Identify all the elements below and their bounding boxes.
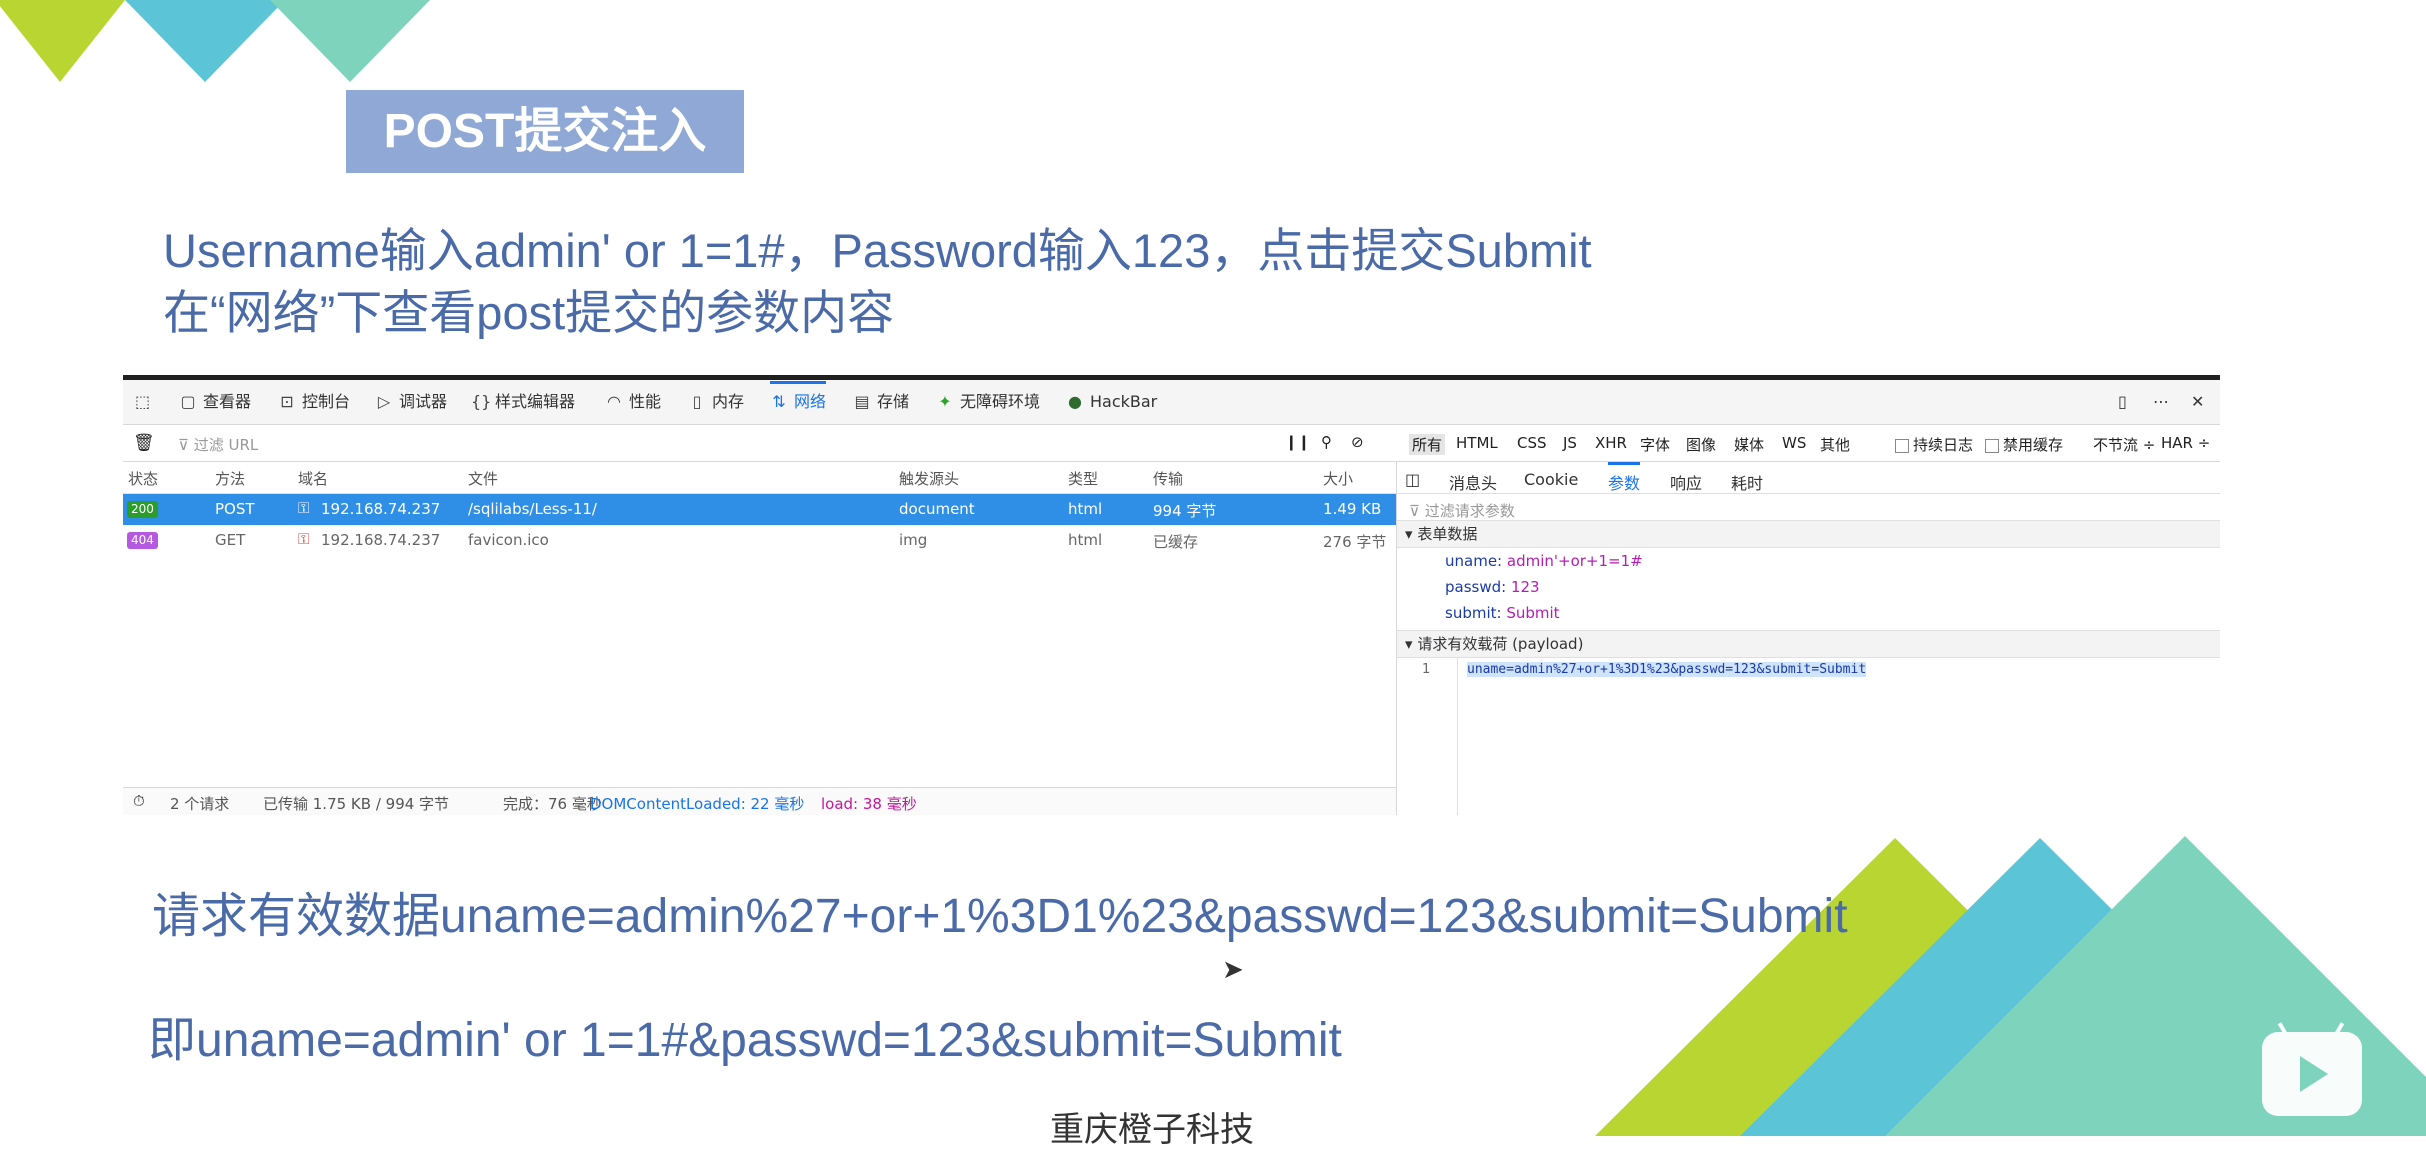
accessibility-icon: ✦ bbox=[938, 392, 952, 411]
load-time: load: 38 毫秒 bbox=[821, 795, 917, 813]
type-filter-images[interactable]: 图像 bbox=[1686, 434, 1716, 455]
status-badge: 200 bbox=[127, 501, 158, 518]
form-data-item: submit: Submit bbox=[1445, 604, 1560, 622]
disable-cache-checkbox[interactable]: 禁用缓存 bbox=[1985, 434, 2063, 455]
close-icon[interactable]: ✕ bbox=[2191, 390, 2204, 414]
instruction-line-1: Username输入admin' or 1=1#，Password输入123，点… bbox=[163, 224, 1592, 277]
slide-title: POST提交注入 bbox=[346, 90, 744, 173]
tab-timings[interactable]: 耗时 bbox=[1731, 470, 1763, 494]
payload-editor[interactable]: 1 uname=admin%27+or+1%3D1%23&passwd=123&… bbox=[1397, 658, 2220, 815]
devtools-screenshot: ⬚ ▢ 查看器 ⊡ 控制台 ▷ 调试器 {} 样式编辑器 ◠ 性能 ▯ 内存 ⇅ 网络 ▤ 存储… bbox=[123, 375, 2220, 815]
type-filter-css[interactable]: CSS bbox=[1517, 434, 1547, 452]
tab-storage[interactable]: ▤ 存储 bbox=[853, 390, 909, 414]
column-method[interactable]: 方法 bbox=[215, 468, 245, 489]
tab-headers[interactable]: 消息头 bbox=[1449, 470, 1497, 494]
style-editor-icon: {} bbox=[471, 392, 492, 411]
pause-icon[interactable]: ❙❙ bbox=[1285, 433, 1310, 451]
filter-url-input[interactable]: ⊽ 过滤 URL bbox=[178, 434, 258, 455]
type-filter-media[interactable]: 媒体 bbox=[1734, 434, 1764, 455]
line-number: 1 bbox=[1422, 662, 1431, 677]
decor-triangle-teal-top bbox=[270, 0, 430, 82]
column-file[interactable]: 文件 bbox=[468, 468, 498, 489]
trash-icon[interactable]: 🗑 bbox=[133, 433, 155, 453]
tab-hackbar[interactable]: ● HackBar bbox=[1066, 390, 1157, 414]
performance-icon: ◠ bbox=[607, 392, 621, 411]
column-size[interactable]: 大小 bbox=[1323, 468, 1353, 489]
bilibili-play-icon[interactable] bbox=[2262, 1022, 2362, 1116]
decor-triangle-green-top bbox=[0, 0, 125, 82]
payload-text: uname=admin%27+or+1%3D1%23&passwd=123&su… bbox=[1467, 662, 1867, 677]
type-filter-html[interactable]: HTML bbox=[1456, 434, 1498, 452]
form-data-item: passwd: 123 bbox=[1445, 578, 1540, 596]
decor-triangle-cyan-top bbox=[125, 0, 285, 82]
responsive-mode-icon[interactable]: ▯ bbox=[2118, 390, 2127, 414]
insecure-lock-icon: ⚿ bbox=[298, 530, 310, 548]
result-line-1: 请求有效数据uname=admin%27+or+1%3D1%23&passwd=… bbox=[152, 890, 1848, 943]
request-count: 2 个请求 bbox=[170, 795, 230, 813]
form-data-item: uname: admin'+or+1=1# bbox=[1445, 552, 1643, 570]
tab-performance[interactable]: ◠ 性能 bbox=[605, 390, 661, 414]
params-filter-input[interactable]: ⊽ 过滤请求参数 bbox=[1409, 500, 1515, 521]
request-details-panel: ◫ 消息头 Cookie 参数 响应 耗时 ⊽ 过滤请求参数 ▾ 表单数据 un… bbox=[1397, 462, 2220, 815]
type-filter-other[interactable]: 其他 bbox=[1820, 434, 1850, 455]
throttle-select[interactable]: 不节流 ÷ bbox=[2093, 434, 2155, 455]
type-filter-js[interactable]: JS bbox=[1563, 434, 1577, 452]
request-list: 状态 方法 域名 文件 触发源头 类型 传输 大小 200 POST ⚿ 192… bbox=[123, 462, 1397, 815]
column-transferred[interactable]: 传输 bbox=[1153, 468, 1183, 489]
tab-console[interactable]: ⊡ 控制台 bbox=[278, 390, 350, 414]
column-initiator[interactable]: 触发源头 bbox=[899, 468, 959, 489]
inspector-icon: ▢ bbox=[180, 392, 196, 411]
block-icon[interactable]: ⊘ bbox=[1351, 433, 1364, 451]
har-menu[interactable]: HAR ÷ bbox=[2161, 434, 2210, 452]
timer-icon: ⏱ bbox=[133, 792, 145, 810]
network-icon: ⇅ bbox=[772, 392, 786, 411]
type-filter-xhr[interactable]: XHR bbox=[1595, 434, 1627, 452]
debugger-icon: ▷ bbox=[377, 392, 391, 411]
footer-company: 重庆橙子科技 bbox=[1050, 1110, 1254, 1150]
storage-icon: ▤ bbox=[854, 392, 870, 411]
payload-section-header[interactable]: ▾ 请求有效载荷 (payload) bbox=[1397, 630, 2220, 658]
hackbar-icon: ● bbox=[1068, 392, 1082, 411]
finish-time: 完成：76 毫秒 bbox=[503, 795, 602, 813]
network-status-bar: ⏱ 2 个请求 已传输 1.75 KB / 994 字节 完成：76 毫秒 DO… bbox=[123, 787, 1396, 815]
type-filter-fonts[interactable]: 字体 bbox=[1640, 434, 1670, 455]
tab-accessibility[interactable]: ✦ 无障碍环境 bbox=[936, 390, 1040, 414]
more-options-icon[interactable]: ⋯ bbox=[2153, 390, 2169, 414]
dom-content-loaded: DOMContentLoaded: 22 毫秒 bbox=[590, 795, 805, 813]
type-filter-all[interactable]: 所有 bbox=[1409, 434, 1446, 455]
column-type[interactable]: 类型 bbox=[1068, 468, 1098, 489]
persist-log-checkbox[interactable]: 持续日志 bbox=[1895, 434, 1973, 455]
tab-params[interactable]: 参数 bbox=[1608, 462, 1641, 494]
collapse-arrow-icon: ▾ bbox=[1405, 525, 1413, 543]
collapse-arrow-icon: ▾ bbox=[1405, 635, 1413, 653]
pick-element-icon[interactable]: ⬚ bbox=[135, 390, 150, 414]
result-line-2: 即uname=admin' or 1=1#&passwd=123&submit=… bbox=[148, 1014, 1342, 1067]
mouse-cursor-icon: ➤ bbox=[1222, 955, 1244, 985]
tab-response[interactable]: 响应 bbox=[1670, 470, 1702, 494]
transferred-total: 已传输 1.75 KB / 994 字节 bbox=[263, 795, 450, 813]
search-icon[interactable]: ⚲ bbox=[1321, 433, 1332, 451]
tab-inspector[interactable]: ▢ 查看器 bbox=[179, 390, 251, 414]
form-data-section-header[interactable]: ▾ 表单数据 bbox=[1397, 520, 2220, 548]
insecure-lock-icon: ⚿ bbox=[298, 499, 310, 517]
tab-cookie[interactable]: Cookie bbox=[1524, 470, 1578, 489]
toggle-panel-icon[interactable]: ◫ bbox=[1405, 470, 1420, 489]
table-row[interactable]: 404 GET ⚿ 192.168.74.237 favicon.ico img… bbox=[123, 525, 1396, 556]
devtools-toolbar: ⬚ ▢ 查看器 ⊡ 控制台 ▷ 调试器 {} 样式编辑器 ◠ 性能 ▯ 内存 ⇅ 网络 ▤ 存储… bbox=[123, 380, 2220, 425]
request-list-header: 状态 方法 域名 文件 触发源头 类型 传输 大小 bbox=[123, 462, 1396, 494]
instruction-line-2: 在“网络”下查看post提交的参数内容 bbox=[163, 286, 895, 339]
tab-debugger[interactable]: ▷ 调试器 bbox=[375, 390, 447, 414]
tab-network[interactable]: ⇅ 网络 bbox=[770, 381, 827, 414]
memory-icon: ▯ bbox=[692, 392, 702, 411]
column-status[interactable]: 状态 bbox=[128, 468, 158, 489]
tab-memory[interactable]: ▯ 内存 bbox=[688, 390, 744, 414]
tab-style-editor[interactable]: {} 样式编辑器 bbox=[471, 390, 575, 414]
details-tab-bar: ◫ 消息头 Cookie 参数 响应 耗时 bbox=[1397, 462, 2220, 494]
column-domain[interactable]: 域名 bbox=[298, 468, 328, 489]
network-filter-bar: 🗑 ⊽ 过滤 URL ❙❙ ⚲ ⊘ 所有 HTML CSS JS XHR 字体 … bbox=[123, 425, 2220, 462]
status-badge: 404 bbox=[127, 532, 158, 549]
type-filter-ws[interactable]: WS bbox=[1782, 434, 1806, 452]
console-icon: ⊡ bbox=[280, 392, 294, 411]
table-row[interactable]: 200 POST ⚿ 192.168.74.237 /sqlilabs/Less… bbox=[123, 494, 1396, 525]
